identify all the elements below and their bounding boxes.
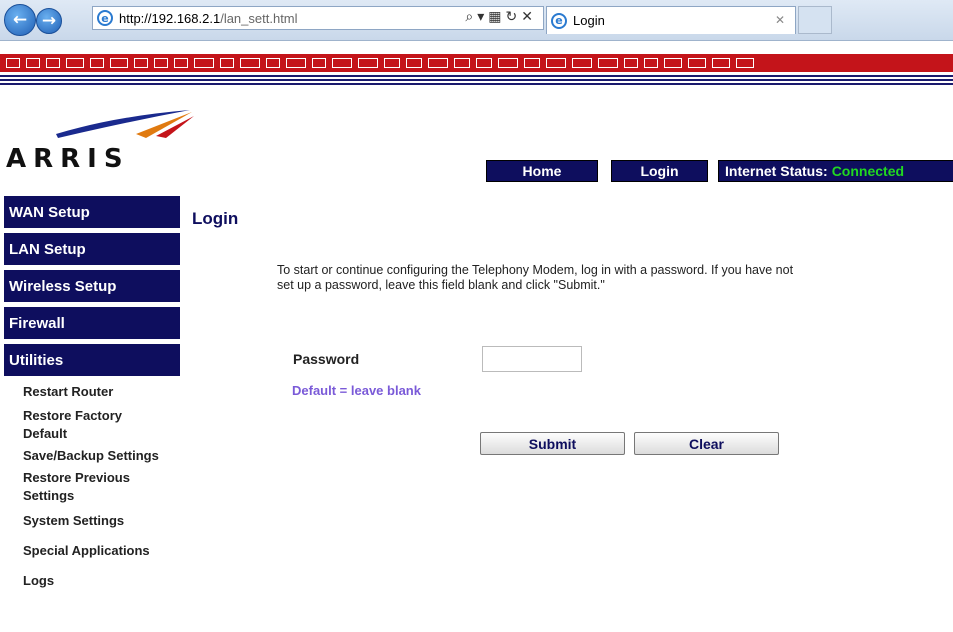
forward-arrow-icon[interactable]: →	[36, 8, 62, 34]
login-button[interactable]: Login	[611, 160, 708, 182]
new-tab-button[interactable]	[798, 6, 832, 34]
search-icon[interactable]: ⌕	[465, 9, 477, 25]
sidebar-item-lan-setup[interactable]: LAN Setup	[4, 233, 180, 265]
browser-tab[interactable]: e Login ✕	[546, 6, 796, 34]
submit-button[interactable]: Submit	[480, 432, 625, 455]
password-input[interactable]	[482, 346, 582, 372]
tab-ie-icon: e	[551, 12, 567, 29]
dropdown-icon[interactable]: ▾	[477, 9, 488, 25]
home-button[interactable]: Home	[486, 160, 598, 182]
arris-logo: ARRIS	[6, 108, 196, 174]
url-host: http://192.168.2.1	[119, 10, 221, 26]
compat-icon[interactable]: ▦	[488, 9, 505, 25]
password-hint: Default = leave blank	[292, 383, 421, 398]
address-bar[interactable]: e http://192.168.2.1/lan_sett.html ⌕▾▦↻✕	[92, 6, 544, 30]
address-tools[interactable]: ⌕▾▦↻✕	[465, 9, 537, 25]
tab-title: Login	[573, 13, 605, 28]
status-label: Internet Status:	[725, 163, 828, 179]
sidebar-sub-logs[interactable]: Logs	[4, 572, 180, 590]
header-banner	[0, 54, 953, 72]
arris-swoosh-icon	[56, 110, 194, 138]
sidebar: WAN Setup LAN Setup Wireless Setup Firew…	[4, 196, 180, 590]
ie-logo-icon: e	[97, 10, 113, 26]
back-arrow-icon[interactable]: ←	[4, 4, 36, 36]
sidebar-item-wireless-setup[interactable]: Wireless Setup	[4, 270, 180, 302]
sidebar-item-firewall[interactable]: Firewall	[4, 307, 180, 339]
status-value: Connected	[831, 163, 905, 179]
clear-button[interactable]: Clear	[634, 432, 779, 455]
url-path: /lan_sett.html	[220, 10, 298, 26]
sidebar-sub-special-applications[interactable]: Special Applications	[4, 542, 180, 560]
sidebar-item-utilities[interactable]: Utilities	[4, 344, 180, 376]
header-lines	[0, 75, 953, 93]
internet-status: Internet Status: Connected	[718, 160, 953, 182]
browser-chrome: ← → e http://192.168.2.1/lan_sett.html ⌕…	[0, 0, 953, 41]
password-label: Password	[293, 351, 360, 367]
refresh-icon[interactable]: ↻	[506, 9, 522, 25]
sidebar-sub-restart-router[interactable]: Restart Router	[4, 383, 124, 401]
sidebar-sub-restore-previous-settings[interactable]: Restore Previous Settings	[4, 469, 134, 505]
page-title: Login	[192, 209, 239, 228]
sidebar-sub-system-settings[interactable]: System Settings	[4, 512, 180, 530]
intro-text: To start or continue configuring the Tel…	[277, 263, 794, 292]
sidebar-item-wan-setup[interactable]: WAN Setup	[4, 196, 180, 228]
sidebar-sub-restore-factory-default[interactable]: Restore Factory Default	[4, 407, 134, 443]
stop-icon[interactable]: ✕	[521, 9, 537, 25]
sidebar-sub-save-backup-settings[interactable]: Save/Backup Settings	[4, 447, 180, 465]
close-tab-icon[interactable]: ✕	[775, 13, 785, 27]
logo-text: ARRIS	[6, 144, 130, 174]
